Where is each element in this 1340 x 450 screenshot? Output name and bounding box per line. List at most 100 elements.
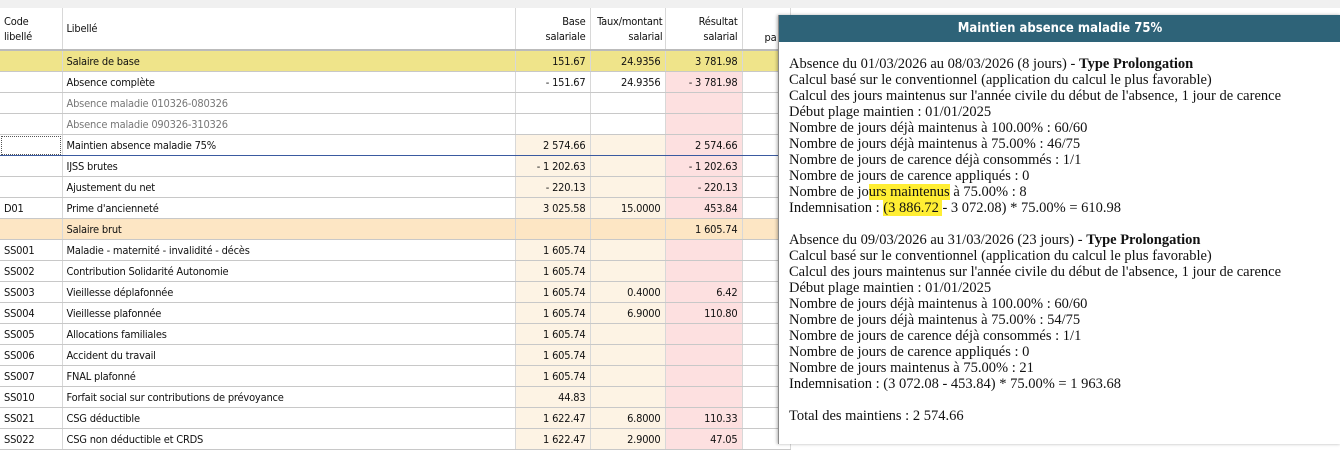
cell-code[interactable] xyxy=(0,71,63,93)
cell-code[interactable] xyxy=(0,92,63,114)
table-row[interactable]: SS004 Vieillesse plafonnée 1 605.74 6.9000 1… xyxy=(0,302,791,324)
cell-libelle[interactable]: Accident du travail xyxy=(62,344,516,366)
cell-taux[interactable]: 6.9000 xyxy=(590,302,666,324)
cell-taux[interactable] xyxy=(590,323,666,345)
cell-libelle[interactable]: Maintien absence maladie 75% xyxy=(62,134,516,156)
cell-resultat[interactable] xyxy=(665,323,743,345)
table-row[interactable]: SS022 CSG non déductible et CRDS 1 622.47 2… xyxy=(0,428,791,450)
table-row[interactable]: SS010 Forfait social sur contributions de… xyxy=(0,386,791,408)
header-code[interactable]: Code libellé xyxy=(0,8,63,51)
cell-code[interactable] xyxy=(0,50,63,72)
table-row[interactable]: Ajustement du net - 220.13- 220.13 xyxy=(0,176,791,198)
cell-code[interactable] xyxy=(0,218,63,240)
cell-taux[interactable] xyxy=(590,113,666,135)
cell-resultat[interactable]: - 1 202.63 xyxy=(665,155,743,177)
cell-resultat[interactable] xyxy=(665,386,743,408)
cell-resultat[interactable]: 47.05 xyxy=(665,428,743,450)
cell-resultat[interactable]: 2 574.66 xyxy=(665,134,743,156)
cell-code[interactable]: D01 xyxy=(0,197,63,219)
table-row[interactable]: Absence maladie 010326-080326 xyxy=(0,92,791,114)
table-row[interactable]: Maintien absence maladie 75% 2 574.66 2 57… xyxy=(0,134,791,156)
cell-taux[interactable]: 24.9356 xyxy=(590,50,666,72)
cell-resultat[interactable]: - 220.13 xyxy=(665,176,743,198)
header-libelle[interactable]: Libellé xyxy=(62,8,516,51)
cell-resultat[interactable]: 110.33 xyxy=(665,407,743,429)
table-row[interactable]: Salaire brut 1 605.74 xyxy=(0,218,791,240)
table-row[interactable]: SS005Allocations familiales1 605.741 xyxy=(0,323,791,345)
cell-libelle[interactable]: Vieillesse plafonnée xyxy=(62,302,516,324)
header-base[interactable]: Base salariale xyxy=(515,8,591,51)
table-row[interactable]: Absence maladie 090326-310326 xyxy=(0,113,791,135)
header-taux[interactable]: Taux/montant salarial xyxy=(590,8,666,51)
cell-code[interactable]: SS006 xyxy=(0,344,63,366)
cell-resultat[interactable]: 6.42 xyxy=(665,281,743,303)
cell-resultat[interactable] xyxy=(665,344,743,366)
cell-libelle[interactable]: Salaire brut xyxy=(62,218,516,240)
cell-resultat[interactable]: - 3 781.98 xyxy=(665,71,743,93)
cell-taux[interactable]: 24.9356 xyxy=(590,71,666,93)
cell-code[interactable] xyxy=(0,113,63,135)
cell-code[interactable]: SS002 xyxy=(0,260,63,282)
cell-resultat[interactable] xyxy=(665,113,743,135)
cell-base[interactable]: 3 025.58 xyxy=(515,197,591,219)
cell-libelle[interactable]: Absence maladie 010326-080326 xyxy=(62,92,516,114)
cell-code[interactable]: SS021 xyxy=(0,407,63,429)
cell-libelle[interactable]: FNAL plafonné xyxy=(62,365,516,387)
cell-taux[interactable] xyxy=(590,365,666,387)
cell-libelle[interactable]: Absence complète xyxy=(62,71,516,93)
cell-resultat[interactable]: 3 781.98 xyxy=(665,50,743,72)
cell-base[interactable]: 1 605.74 xyxy=(515,260,591,282)
cell-resultat[interactable] xyxy=(665,260,743,282)
cell-base[interactable]: - 220.13 xyxy=(515,176,591,198)
cell-code[interactable]: SS005 xyxy=(0,323,63,345)
table-row[interactable]: SS001 Maladie - maternité - invalidité - … xyxy=(0,239,791,261)
cell-taux[interactable]: 6.8000 xyxy=(590,407,666,429)
cell-resultat[interactable]: 1 605.74 xyxy=(665,218,743,240)
cell-base[interactable]: 1 605.74 xyxy=(515,302,591,324)
cell-resultat[interactable] xyxy=(665,365,743,387)
cell-base[interactable]: 2 574.66 xyxy=(515,134,591,156)
cell-base[interactable] xyxy=(515,92,591,114)
cell-taux[interactable] xyxy=(590,155,666,177)
cell-base[interactable]: 151.67 xyxy=(515,50,591,72)
cell-base[interactable]: - 1 202.63 xyxy=(515,155,591,177)
cell-libelle[interactable]: Salaire de base xyxy=(62,50,516,72)
cell-resultat[interactable] xyxy=(665,92,743,114)
cell-resultat[interactable]: 110.80 xyxy=(665,302,743,324)
table-row[interactable]: IJSS brutes - 1 202.63- 1 202.63 xyxy=(0,155,791,177)
cell-taux[interactable] xyxy=(590,260,666,282)
cell-taux[interactable]: 0.4000 xyxy=(590,281,666,303)
cell-libelle[interactable]: IJSS brutes xyxy=(62,155,516,177)
cell-resultat[interactable] xyxy=(665,239,743,261)
cell-libelle[interactable]: Absence maladie 090326-310326 xyxy=(62,113,516,135)
cell-taux[interactable] xyxy=(590,239,666,261)
cell-libelle[interactable]: Allocations familiales xyxy=(62,323,516,345)
cell-resultat[interactable]: 453.84 xyxy=(665,197,743,219)
table-row[interactable]: SS002 Contribution Solidarité Autonomie 1 … xyxy=(0,260,791,282)
cell-taux[interactable]: 15.0000 xyxy=(590,197,666,219)
table-row[interactable]: SS021CSG déductible1 622.476.8000110.331 xyxy=(0,407,791,429)
cell-code[interactable]: SS022 xyxy=(0,428,63,450)
cell-libelle[interactable]: Contribution Solidarité Autonomie xyxy=(62,260,516,282)
table-row[interactable]: Absence complète - 151.67 24.9356- 3 781.9… xyxy=(0,71,791,93)
cell-base[interactable] xyxy=(515,113,591,135)
cell-code[interactable] xyxy=(0,134,63,156)
cell-code[interactable]: SS010 xyxy=(0,386,63,408)
cell-libelle[interactable]: Maladie - maternité - invalidité - décès xyxy=(62,239,516,261)
cell-base[interactable]: 1 605.74 xyxy=(515,365,591,387)
cell-code[interactable] xyxy=(0,176,63,198)
cell-libelle[interactable]: Vieillesse déplafonnée xyxy=(62,281,516,303)
cell-base[interactable] xyxy=(515,218,591,240)
cell-base[interactable]: - 151.67 xyxy=(515,71,591,93)
table-row[interactable]: Salaire de base 151.67 24.9356 3 781.98 xyxy=(0,50,791,72)
cell-taux[interactable] xyxy=(590,218,666,240)
cell-base[interactable]: 44.83 xyxy=(515,386,591,408)
table-row[interactable]: SS006Accident du travail1 605.741 xyxy=(0,344,791,366)
cell-code[interactable]: SS004 xyxy=(0,302,63,324)
cell-base[interactable]: 1 605.74 xyxy=(515,281,591,303)
cell-taux[interactable] xyxy=(590,92,666,114)
cell-base[interactable]: 1 622.47 xyxy=(515,407,591,429)
cell-base[interactable]: 1 622.47 xyxy=(515,428,591,450)
cell-libelle[interactable]: Prime d'ancienneté xyxy=(62,197,516,219)
cell-libelle[interactable]: CSG déductible xyxy=(62,407,516,429)
